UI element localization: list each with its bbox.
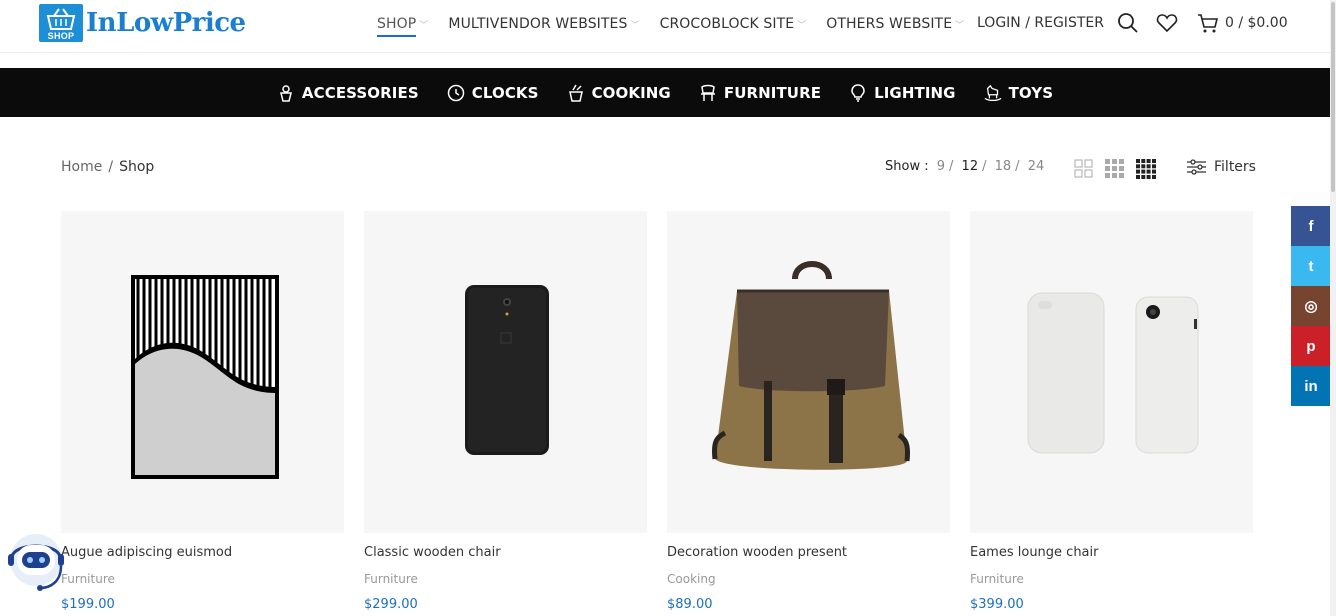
rocking-horse-icon [984, 84, 1002, 102]
product-price: $299.00 [364, 597, 418, 612]
site-header: SHOP InLowPrice SHOP ﹀ MULTIVENDOR WEBSIT… [0, 0, 1330, 53]
instagram-icon[interactable]: ◎ [1291, 286, 1331, 326]
chevron-down-icon: ﹀ [955, 20, 965, 31]
cart-total[interactable]: 0 / $0.00 [1225, 15, 1288, 31]
chevron-down-icon: ﹀ [797, 20, 807, 31]
grid-4-columns-icon[interactable] [1136, 159, 1156, 179]
chevron-down-icon: ﹀ [630, 20, 640, 31]
logo-text: InLowPrice [86, 8, 246, 38]
filter-sliders-icon [1187, 159, 1206, 175]
site-logo[interactable]: SHOP InLowPrice [39, 4, 246, 42]
category-clocks[interactable]: CLOCKS [447, 84, 539, 102]
product-image[interactable] [364, 211, 647, 533]
category-bar: ACCESSORIES CLOCKS COOKING FURNITURE LIG… [0, 68, 1330, 117]
category-label: CLOCKS [471, 83, 539, 102]
bulb-icon [849, 83, 867, 102]
nav-item-shop[interactable]: SHOP ﹀ [377, 15, 429, 37]
linkedin-icon[interactable]: in [1291, 366, 1331, 406]
nav-item-label: MULTIVENDOR WEBSITES [448, 16, 628, 32]
black-phone-image [465, 285, 549, 455]
canvas-backpack-image [712, 261, 910, 470]
category-label: ACCESSORIES [301, 83, 419, 102]
product-category[interactable]: Furniture [970, 572, 1253, 586]
breadcrumb-separator: / [108, 159, 114, 175]
per-page-selector: Show : 9/ 12/ 18/ 24 [885, 159, 1048, 174]
nav-item-others[interactable]: OTHERS WEBSITE ﹀ [826, 15, 964, 33]
category-label: LIGHTING [874, 83, 956, 102]
per-page-option-12[interactable]: 12 [962, 159, 979, 174]
filters-button[interactable]: Filters [1187, 159, 1256, 175]
grid-2-columns-icon[interactable] [1074, 159, 1093, 178]
nav-item-label: CROCOBLOCK SITE [659, 16, 795, 32]
scrollbar-thumb[interactable] [1331, 2, 1335, 192]
chatbot-icon[interactable] [0, 530, 72, 602]
basket-logo-icon: SHOP [39, 4, 83, 42]
product-price: $89.00 [667, 597, 713, 612]
filters-label: Filters [1214, 159, 1256, 175]
product-card[interactable]: Classic wooden chair Furniture $299.00 [364, 211, 647, 612]
chair-icon [699, 84, 717, 102]
per-page-option-9[interactable]: 9 [937, 159, 945, 174]
category-label: COOKING [591, 83, 671, 102]
product-category[interactable]: Furniture [61, 572, 344, 586]
per-page-option-24[interactable]: 24 [1028, 159, 1045, 174]
nav-item-multivendor[interactable]: MULTIVENDOR WEBSITES ﹀ [448, 15, 639, 33]
shop-page: SHOP InLowPrice SHOP ﹀ MULTIVENDOR WEBSIT… [0, 0, 1336, 616]
cooking-icon [567, 84, 585, 102]
separator: / [1015, 159, 1020, 174]
product-image[interactable] [61, 211, 344, 533]
accessories-icon [277, 84, 295, 102]
product-card[interactable]: Augue adipiscing euismod Furniture $199.… [61, 211, 344, 612]
category-furniture[interactable]: FURNITURE [699, 84, 821, 102]
pinterest-icon[interactable]: p [1291, 326, 1331, 366]
category-cooking[interactable]: COOKING [567, 84, 671, 102]
category-lighting[interactable]: LIGHTING [849, 84, 955, 102]
product-card[interactable]: Decoration wooden present Cooking $89.00 [667, 211, 950, 612]
wave-art-print-image [131, 275, 279, 479]
breadcrumb-current: Shop [119, 159, 155, 175]
facebook-icon[interactable]: f [1291, 206, 1331, 246]
chevron-down-icon: ﹀ [419, 20, 429, 31]
product-title[interactable]: Augue adipiscing euismod [61, 545, 344, 560]
white-phone-cases-image [1027, 292, 1199, 454]
product-price: $199.00 [61, 597, 115, 612]
separator: / [949, 159, 954, 174]
product-title[interactable]: Decoration wooden present [667, 545, 950, 560]
product-title[interactable]: Classic wooden chair [364, 545, 647, 560]
grid-3-columns-icon[interactable] [1105, 159, 1124, 178]
nav-item-label: OTHERS WEBSITE [826, 16, 953, 32]
breadcrumb: Home / Shop [61, 159, 154, 175]
product-image[interactable] [667, 211, 950, 533]
nav-item-crocoblock[interactable]: CROCOBLOCK SITE ﹀ [660, 15, 807, 33]
social-share-bar: f t ◎ p in [1291, 206, 1331, 406]
product-price: $399.00 [970, 597, 1024, 612]
twitter-icon[interactable]: t [1291, 246, 1331, 286]
product-title[interactable]: Eames lounge chair [970, 545, 1253, 560]
main-nav: SHOP ﹀ MULTIVENDOR WEBSITES ﹀ CROCOBLOCK S… [377, 15, 984, 37]
search-icon[interactable] [1117, 12, 1139, 34]
breadcrumb-home-link[interactable]: Home [61, 159, 102, 175]
show-label: Show : [885, 159, 929, 174]
per-page-option-18[interactable]: 18 [995, 159, 1012, 174]
category-label: FURNITURE [723, 83, 822, 102]
clock-icon [447, 84, 465, 102]
logo-badge: SHOP [47, 31, 75, 41]
product-image[interactable] [970, 211, 1253, 533]
separator: / [982, 159, 987, 174]
product-category[interactable]: Cooking [667, 572, 950, 586]
login-register-link[interactable]: LOGIN / REGISTER [977, 15, 1104, 31]
product-card[interactable]: Eames lounge chair Furniture $399.00 [970, 211, 1253, 612]
nav-item-label: SHOP [377, 16, 417, 32]
cart-icon[interactable] [1197, 12, 1219, 34]
product-category[interactable]: Furniture [364, 572, 647, 586]
category-label: TOYS [1008, 83, 1054, 102]
category-toys[interactable]: TOYS [984, 84, 1054, 102]
category-accessories[interactable]: ACCESSORIES [277, 84, 419, 102]
heart-icon[interactable] [1156, 12, 1178, 34]
